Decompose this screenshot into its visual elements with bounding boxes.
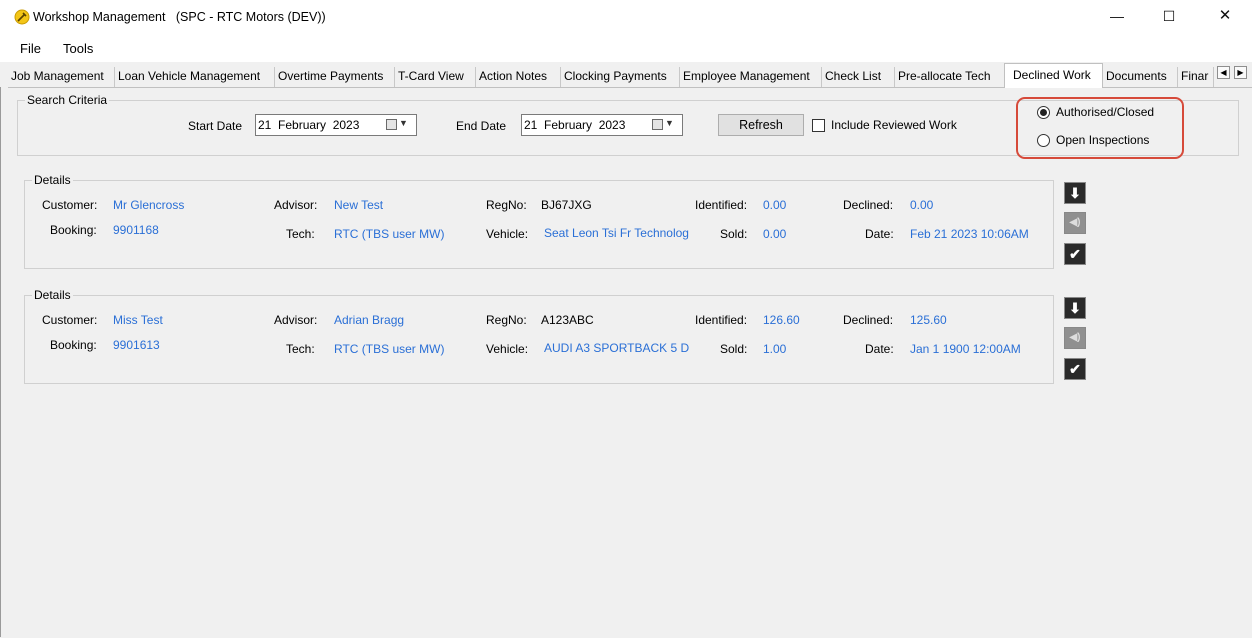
- tab-employee-management[interactable]: Employee Management: [680, 67, 822, 88]
- tab-scroll-left-button[interactable]: ◀: [1217, 66, 1230, 79]
- tab-clocking-payments[interactable]: Clocking Payments: [561, 67, 680, 88]
- sound-icon-button[interactable]: ◀): [1064, 327, 1086, 349]
- details-card-title: Details: [32, 288, 73, 302]
- app-logo-icon: [14, 9, 30, 25]
- booking-value[interactable]: 9901613: [113, 338, 160, 352]
- mark-reviewed-button[interactable]: ✔: [1064, 243, 1086, 265]
- tech-value: RTC (TBS user MW): [334, 227, 445, 241]
- download-button[interactable]: ⬇: [1064, 182, 1086, 204]
- end-date-picker[interactable]: 21 February 2023 ▼: [521, 114, 683, 136]
- chevron-down-icon[interactable]: ▼: [399, 118, 408, 128]
- window-edge: [0, 87, 1, 637]
- authorised-closed-label[interactable]: Authorised/Closed: [1056, 105, 1154, 119]
- tab-scroll-right-button[interactable]: ▶: [1234, 66, 1247, 79]
- calendar-icon[interactable]: [652, 119, 663, 130]
- regno-value: A123ABC: [541, 313, 594, 327]
- search-criteria-title: Search Criteria: [25, 93, 110, 107]
- tab-job-management[interactable]: Job Management: [8, 67, 115, 88]
- chevron-down-icon[interactable]: ▼: [665, 118, 674, 128]
- open-inspections-radio[interactable]: [1037, 134, 1050, 147]
- declined-value: 125.60: [910, 313, 947, 327]
- open-inspections-label[interactable]: Open Inspections: [1056, 133, 1149, 147]
- advisor-label: Advisor:: [274, 198, 318, 212]
- regno-value: BJ67JXG: [541, 198, 592, 212]
- tab-overtime-payments[interactable]: Overtime Payments: [275, 67, 395, 88]
- end-date-label: End Date: [456, 119, 507, 133]
- include-reviewed-checkbox[interactable]: [812, 119, 825, 132]
- date-label: Date:: [865, 227, 894, 241]
- menu-file[interactable]: File: [20, 41, 41, 56]
- tab-t-card-view[interactable]: T-Card View: [395, 67, 476, 88]
- advisor-value: New Test: [334, 198, 384, 212]
- customer-label: Customer:: [42, 313, 98, 327]
- menu-bar: File Tools: [0, 34, 1252, 62]
- booking-label: Booking:: [50, 223, 97, 237]
- identified-label: Identified:: [695, 313, 748, 327]
- vehicle-label: Vehicle:: [486, 342, 529, 356]
- tab-finance[interactable]: Finar: [1178, 67, 1214, 88]
- date-value: Feb 21 2023 10:06AM: [910, 227, 1029, 241]
- identified-value: 126.60: [763, 313, 800, 327]
- tab-strip: Job Management Loan Vehicle Management O…: [0, 62, 1252, 88]
- customer-value[interactable]: Mr Glencross: [113, 198, 184, 212]
- customer-label: Customer:: [42, 198, 98, 212]
- start-date-label: Start Date: [188, 119, 243, 133]
- window-title: Workshop Management (SPC - RTC Motors (D…: [33, 10, 326, 24]
- mark-reviewed-button[interactable]: ✔: [1064, 358, 1086, 380]
- advisor-label: Advisor:: [274, 313, 318, 327]
- sold-value: 0.00: [763, 227, 787, 241]
- sold-value: 1.00: [763, 342, 787, 356]
- start-date-picker[interactable]: 21 February 2023 ▼: [255, 114, 417, 136]
- tech-label: Tech:: [286, 342, 315, 356]
- tab-action-notes[interactable]: Action Notes: [476, 67, 561, 88]
- authorised-closed-radio[interactable]: [1037, 106, 1050, 119]
- calendar-icon[interactable]: [386, 119, 397, 130]
- title-bar: Workshop Management (SPC - RTC Motors (D…: [0, 0, 1252, 34]
- tab-check-list[interactable]: Check List: [822, 67, 895, 88]
- refresh-button[interactable]: Refresh: [718, 114, 804, 136]
- booking-value[interactable]: 9901168: [113, 223, 159, 237]
- sound-icon-button[interactable]: ◀): [1064, 212, 1086, 234]
- identified-label: Identified:: [695, 198, 748, 212]
- vehicle-value: AUDI A3 SPORTBACK 5 D: [544, 341, 690, 355]
- details-card-title: Details: [32, 173, 73, 187]
- regno-label: RegNo:: [486, 198, 527, 212]
- sold-label: Sold:: [720, 227, 748, 241]
- tab-documents[interactable]: Documents: [1103, 67, 1178, 88]
- sold-label: Sold:: [720, 342, 748, 356]
- date-label: Date:: [865, 342, 894, 356]
- tab-loan-vehicle-management[interactable]: Loan Vehicle Management: [115, 67, 275, 88]
- minimize-button[interactable]: —: [1090, 0, 1144, 34]
- booking-label: Booking:: [50, 338, 97, 352]
- tech-label: Tech:: [286, 227, 315, 241]
- tech-value: RTC (TBS user MW): [334, 342, 445, 356]
- tab-declined-work[interactable]: Declined Work: [1004, 63, 1103, 88]
- end-date-value: 21 February 2023: [524, 118, 626, 132]
- details-card: [24, 295, 1054, 384]
- identified-value: 0.00: [763, 198, 787, 212]
- advisor-value: Adrian Bragg: [334, 313, 405, 327]
- declined-value: 0.00: [910, 198, 934, 212]
- maximize-button[interactable]: ☐: [1142, 0, 1196, 34]
- vehicle-label: Vehicle:: [486, 227, 529, 241]
- download-button[interactable]: ⬇: [1064, 297, 1086, 319]
- menu-tools[interactable]: Tools: [63, 41, 93, 56]
- include-reviewed-label[interactable]: Include Reviewed Work: [831, 118, 957, 132]
- declined-label: Declined:: [843, 313, 894, 327]
- customer-value[interactable]: Miss Test: [113, 313, 163, 327]
- start-date-value: 21 February 2023: [258, 118, 360, 132]
- vehicle-value: Seat Leon Tsi Fr Technolog: [544, 226, 689, 240]
- details-card: [24, 180, 1054, 269]
- date-value: Jan 1 1900 12:00AM: [910, 342, 1021, 356]
- declined-label: Declined:: [843, 198, 894, 212]
- tab-pre-allocate-tech[interactable]: Pre-allocate Tech: [895, 67, 1005, 88]
- regno-label: RegNo:: [486, 313, 527, 327]
- close-button[interactable]: ✕: [1198, 0, 1252, 34]
